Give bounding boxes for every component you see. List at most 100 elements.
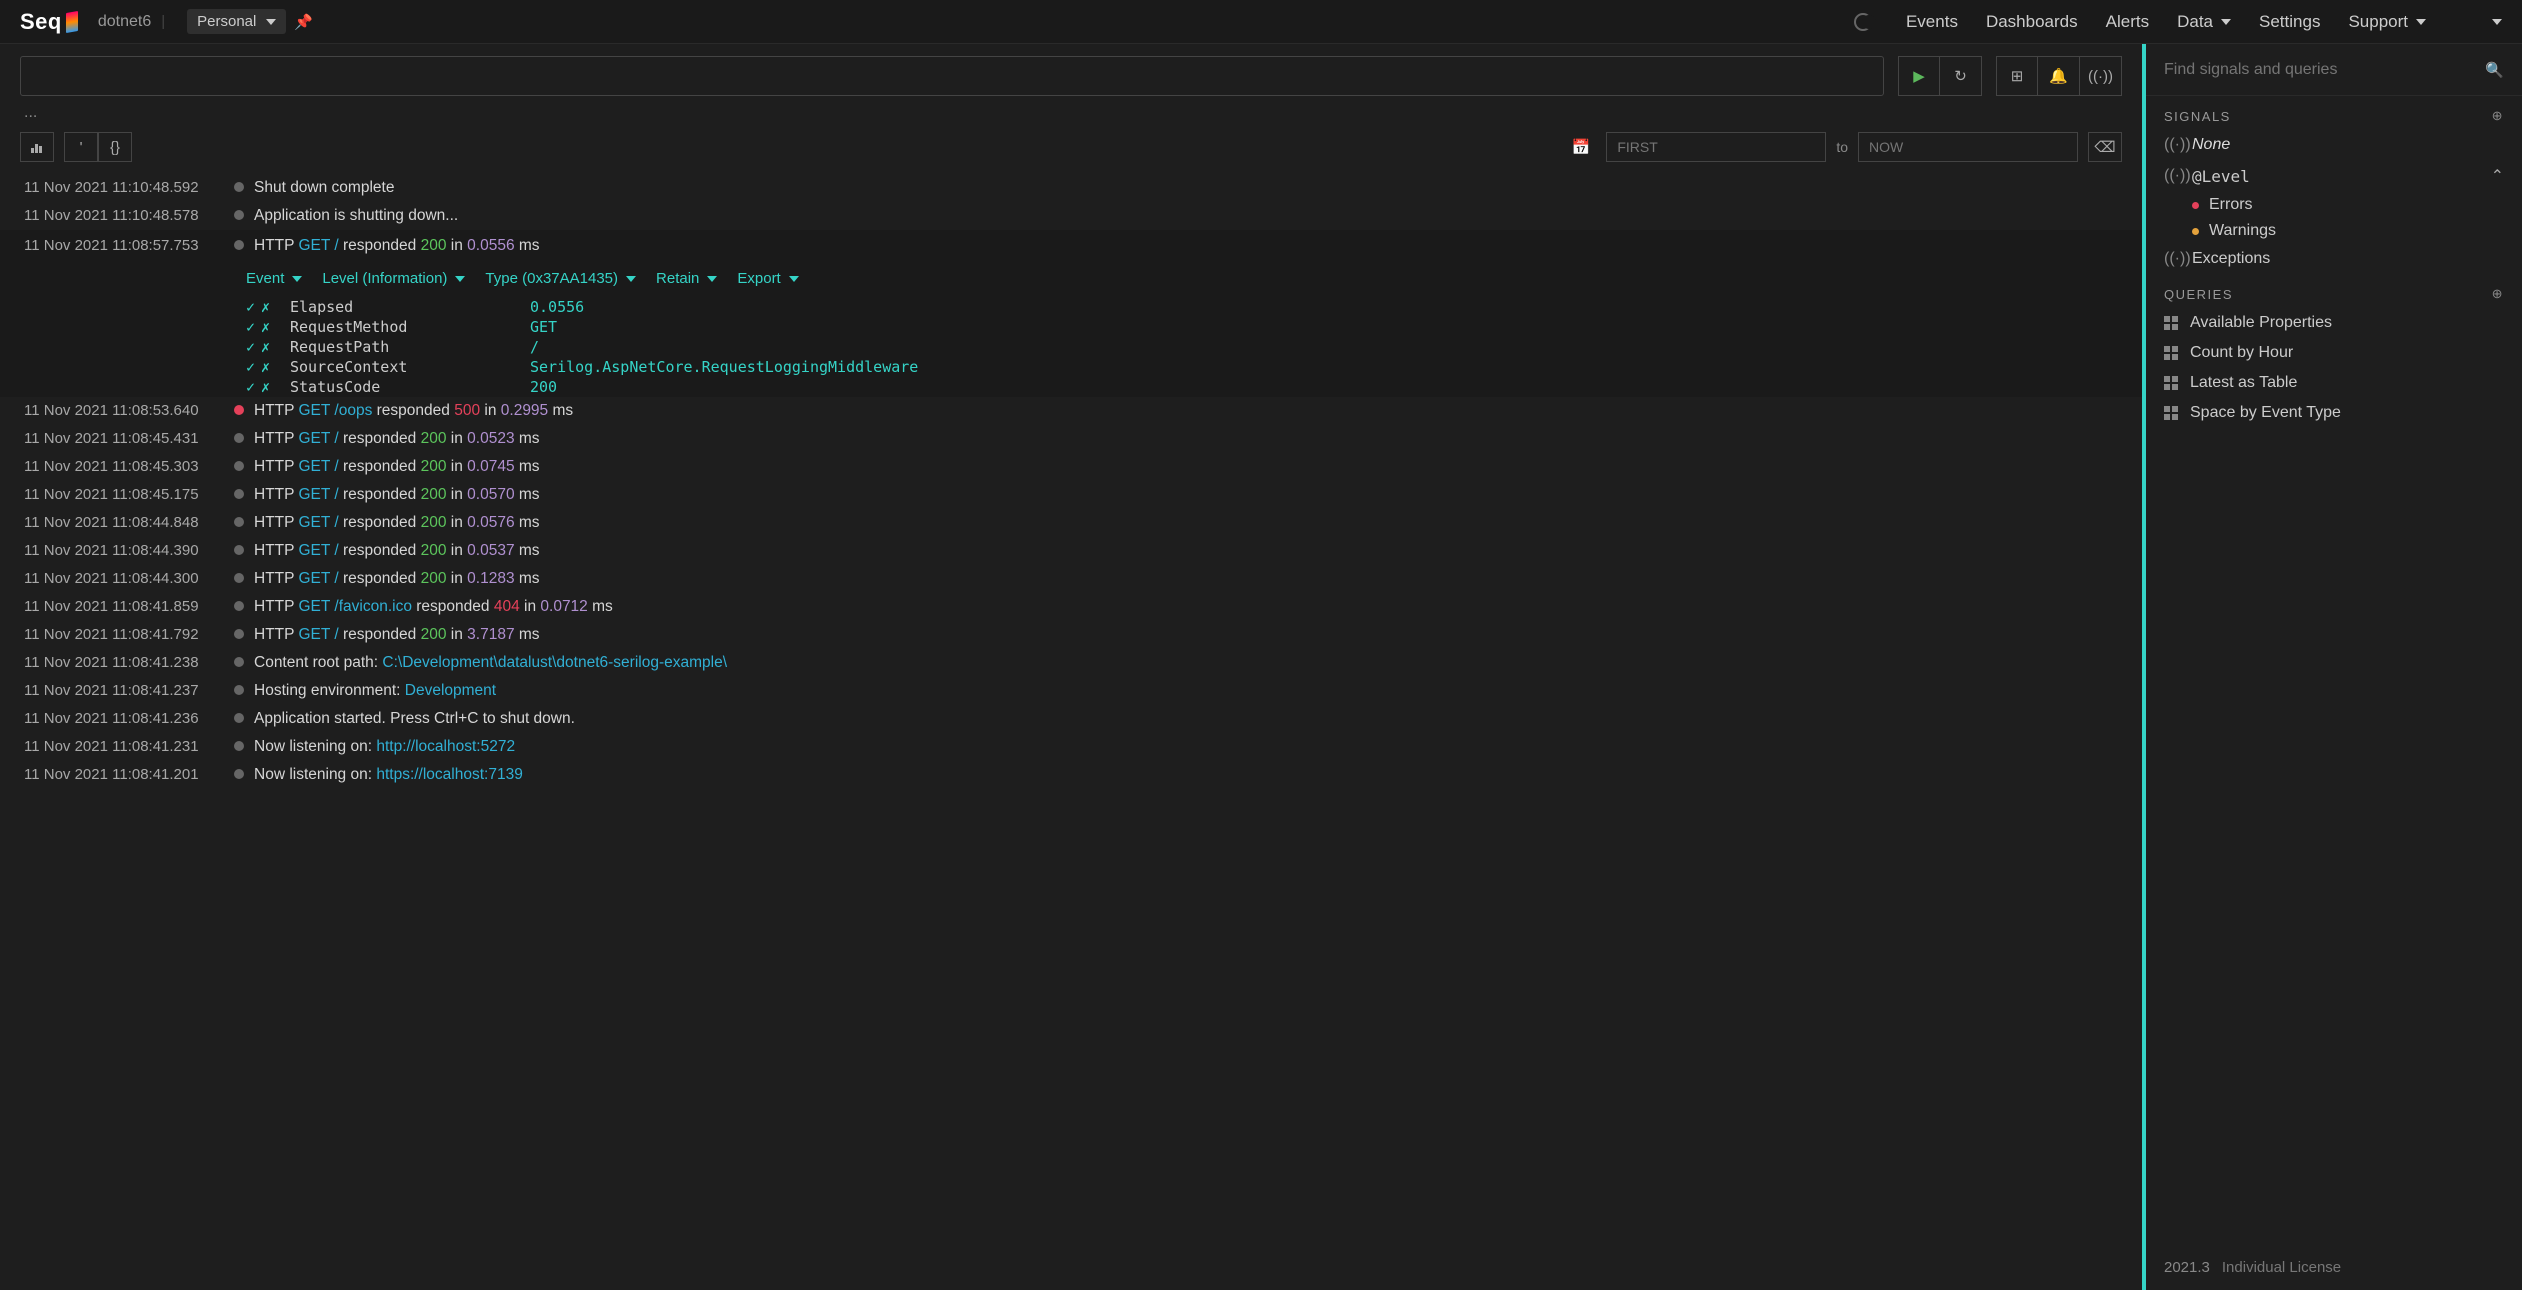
property-row[interactable]: ✓✗SourceContextSerilog.AspNetCore.Reques… bbox=[0, 357, 2142, 377]
include-icon[interactable]: ✓ bbox=[246, 338, 255, 356]
signal-errors[interactable]: Errors bbox=[2146, 192, 2522, 218]
separator: | bbox=[161, 13, 165, 30]
event-row[interactable]: 11 Nov 2021 11:08:41.238Content root pat… bbox=[0, 649, 2142, 677]
user-menu-chevron-icon[interactable] bbox=[2488, 19, 2502, 25]
property-name: RequestPath bbox=[290, 338, 530, 356]
event-timestamp: 11 Nov 2021 11:08:41.236 bbox=[24, 707, 234, 731]
refresh-button[interactable]: ↻ bbox=[1940, 56, 1982, 96]
license[interactable]: Individual License bbox=[2222, 1259, 2341, 1276]
level-dot-icon bbox=[2192, 228, 2199, 235]
event-row[interactable]: 11 Nov 2021 11:10:48.592Shut down comple… bbox=[0, 174, 2142, 202]
event-row[interactable]: 11 Nov 2021 11:08:41.236 Application star… bbox=[0, 705, 2142, 733]
project-name[interactable]: dotnet6 bbox=[98, 13, 151, 31]
event-row[interactable]: 11 Nov 2021 11:08:45.431HTTP GET / respo… bbox=[0, 425, 2142, 453]
event-row[interactable]: 11 Nov 2021 11:08:44.848HTTP GET / respo… bbox=[0, 509, 2142, 537]
add-query-button[interactable]: ⊕ bbox=[2492, 286, 2504, 302]
property-row[interactable]: ✓✗StatusCode200 bbox=[0, 377, 2142, 397]
time-to-input[interactable] bbox=[1858, 132, 2078, 162]
quote-button[interactable]: ' bbox=[64, 132, 98, 162]
query-item[interactable]: Space by Event Type bbox=[2146, 398, 2522, 428]
exclude-icon[interactable]: ✗ bbox=[261, 358, 270, 376]
property-row[interactable]: ✓✗RequestPath/ bbox=[0, 337, 2142, 357]
grid-icon bbox=[2164, 316, 2178, 330]
event-row[interactable]: 11 Nov 2021 11:08:41.792HTTP GET / respo… bbox=[0, 621, 2142, 649]
include-icon[interactable]: ✓ bbox=[246, 358, 255, 376]
query-item[interactable]: Count by Hour bbox=[2146, 338, 2522, 368]
nav-data[interactable]: Data bbox=[2177, 12, 2231, 32]
event-timestamp: 11 Nov 2021 11:08:41.237 bbox=[24, 679, 234, 703]
event-message: Application started. Press Ctrl+C to shu… bbox=[254, 707, 2118, 731]
property-value: 200 bbox=[530, 378, 557, 396]
breadcrumb-ellipsis[interactable]: ... bbox=[0, 104, 2142, 122]
detail-menu-event[interactable]: Event bbox=[246, 270, 302, 287]
event-row[interactable]: 11 Nov 2021 11:08:57.753HTTP GET / respo… bbox=[0, 230, 2142, 264]
exclude-icon[interactable]: ✗ bbox=[261, 318, 270, 336]
search-icon[interactable]: 🔍 bbox=[2485, 61, 2504, 79]
event-message: Shut down complete bbox=[254, 176, 2118, 200]
time-from-input[interactable] bbox=[1606, 132, 1826, 162]
event-row[interactable]: 11 Nov 2021 11:08:44.390HTTP GET / respo… bbox=[0, 537, 2142, 565]
nav-events[interactable]: Events bbox=[1906, 12, 1958, 32]
query-label: Space by Event Type bbox=[2190, 404, 2341, 422]
query-input[interactable] bbox=[20, 56, 1884, 96]
detail-menu-type[interactable]: Type (0x37AA1435) bbox=[485, 270, 636, 287]
event-row[interactable]: 11 Nov 2021 11:08:41.237Hosting environm… bbox=[0, 677, 2142, 705]
alert-button[interactable]: 🔔 bbox=[2038, 56, 2080, 96]
nav-alerts[interactable]: Alerts bbox=[2106, 12, 2149, 32]
event-timestamp: 11 Nov 2021 11:08:41.231 bbox=[24, 735, 234, 759]
stream-button[interactable]: ((·)) bbox=[2080, 56, 2122, 96]
user-avatar[interactable] bbox=[2454, 7, 2484, 37]
workspace-dropdown[interactable]: Personal bbox=[187, 9, 286, 34]
exclude-icon[interactable]: ✗ bbox=[261, 338, 270, 356]
exclude-icon[interactable]: ✗ bbox=[261, 378, 270, 396]
detail-menu-retain[interactable]: Retain bbox=[656, 270, 717, 287]
nav-support[interactable]: Support bbox=[2348, 12, 2426, 32]
signals-heading: SIGNALS ⊕ bbox=[2146, 96, 2522, 130]
nav-dashboards[interactable]: Dashboards bbox=[1986, 12, 2078, 32]
add-signal-button[interactable]: ⊕ bbox=[2492, 108, 2504, 124]
event-row[interactable]: 11 Nov 2021 11:08:44.300HTTP GET / respo… bbox=[0, 565, 2142, 593]
chevron-up-icon: ⌃ bbox=[2491, 166, 2504, 186]
property-value: Serilog.AspNetCore.RequestLoggingMiddlew… bbox=[530, 358, 918, 376]
brand-logo-text[interactable]: Seq bbox=[20, 9, 62, 35]
signal-level[interactable]: ((·)) @Level ⌃ bbox=[2146, 160, 2522, 192]
add-widget-button[interactable]: ⊞ bbox=[1996, 56, 2038, 96]
version[interactable]: 2021.3 bbox=[2164, 1259, 2210, 1276]
event-row[interactable]: 11 Nov 2021 11:08:45.175HTTP GET / respo… bbox=[0, 481, 2142, 509]
event-row[interactable]: 11 Nov 2021 11:08:45.303HTTP GET / respo… bbox=[0, 453, 2142, 481]
detail-menu-export[interactable]: Export bbox=[737, 270, 798, 287]
property-row[interactable]: ✓✗RequestMethodGET bbox=[0, 317, 2142, 337]
level-dot-icon bbox=[234, 629, 244, 639]
query-item[interactable]: Available Properties bbox=[2146, 308, 2522, 338]
event-list[interactable]: 11 Nov 2021 11:10:48.592Shut down comple… bbox=[0, 174, 2142, 1290]
nav-settings[interactable]: Settings bbox=[2259, 12, 2320, 32]
include-icon[interactable]: ✓ bbox=[246, 318, 255, 336]
event-timestamp: 11 Nov 2021 11:08:45.175 bbox=[24, 483, 234, 507]
event-message: Content root path: C:\Development\datalu… bbox=[254, 651, 2118, 675]
clear-time-button[interactable]: ⌫ bbox=[2088, 132, 2122, 162]
event-row[interactable]: 11 Nov 2021 11:08:41.859HTTP GET /favico… bbox=[0, 593, 2142, 621]
property-row[interactable]: ✓✗Elapsed0.0556 bbox=[0, 297, 2142, 317]
include-icon[interactable]: ✓ bbox=[246, 378, 255, 396]
signal-warnings[interactable]: Warnings bbox=[2146, 218, 2522, 244]
pin-icon[interactable]: 📌 bbox=[294, 13, 313, 31]
query-item[interactable]: Latest as Table bbox=[2146, 368, 2522, 398]
signal-none[interactable]: ((·)) None bbox=[2146, 130, 2522, 160]
level-dot-icon bbox=[234, 573, 244, 583]
run-query-button[interactable]: ▶ bbox=[1898, 56, 1940, 96]
braces-button[interactable]: {} bbox=[98, 132, 132, 162]
event-row[interactable]: 11 Nov 2021 11:08:41.201Now listening on… bbox=[0, 761, 2142, 789]
level-dot-icon bbox=[234, 517, 244, 527]
event-message: HTTP GET / responded 200 in 0.0556 ms bbox=[254, 234, 2118, 258]
event-row[interactable]: 11 Nov 2021 11:08:41.231Now listening on… bbox=[0, 733, 2142, 761]
event-row[interactable]: 11 Nov 2021 11:08:53.640HTTP GET /oops r… bbox=[0, 397, 2142, 425]
theme-toggle-icon[interactable] bbox=[1854, 13, 1872, 31]
signal-exceptions[interactable]: ((·)) Exceptions bbox=[2146, 244, 2522, 274]
calendar-icon[interactable]: 📅 bbox=[1572, 138, 1591, 156]
chart-toggle-button[interactable] bbox=[20, 132, 54, 162]
exclude-icon[interactable]: ✗ bbox=[261, 298, 270, 316]
event-row[interactable]: 11 Nov 2021 11:10:48.578Application is s… bbox=[0, 202, 2142, 230]
sidebar-search-input[interactable] bbox=[2164, 61, 2485, 79]
detail-menu-level[interactable]: Level (Information) bbox=[322, 270, 465, 287]
include-icon[interactable]: ✓ bbox=[246, 298, 255, 316]
